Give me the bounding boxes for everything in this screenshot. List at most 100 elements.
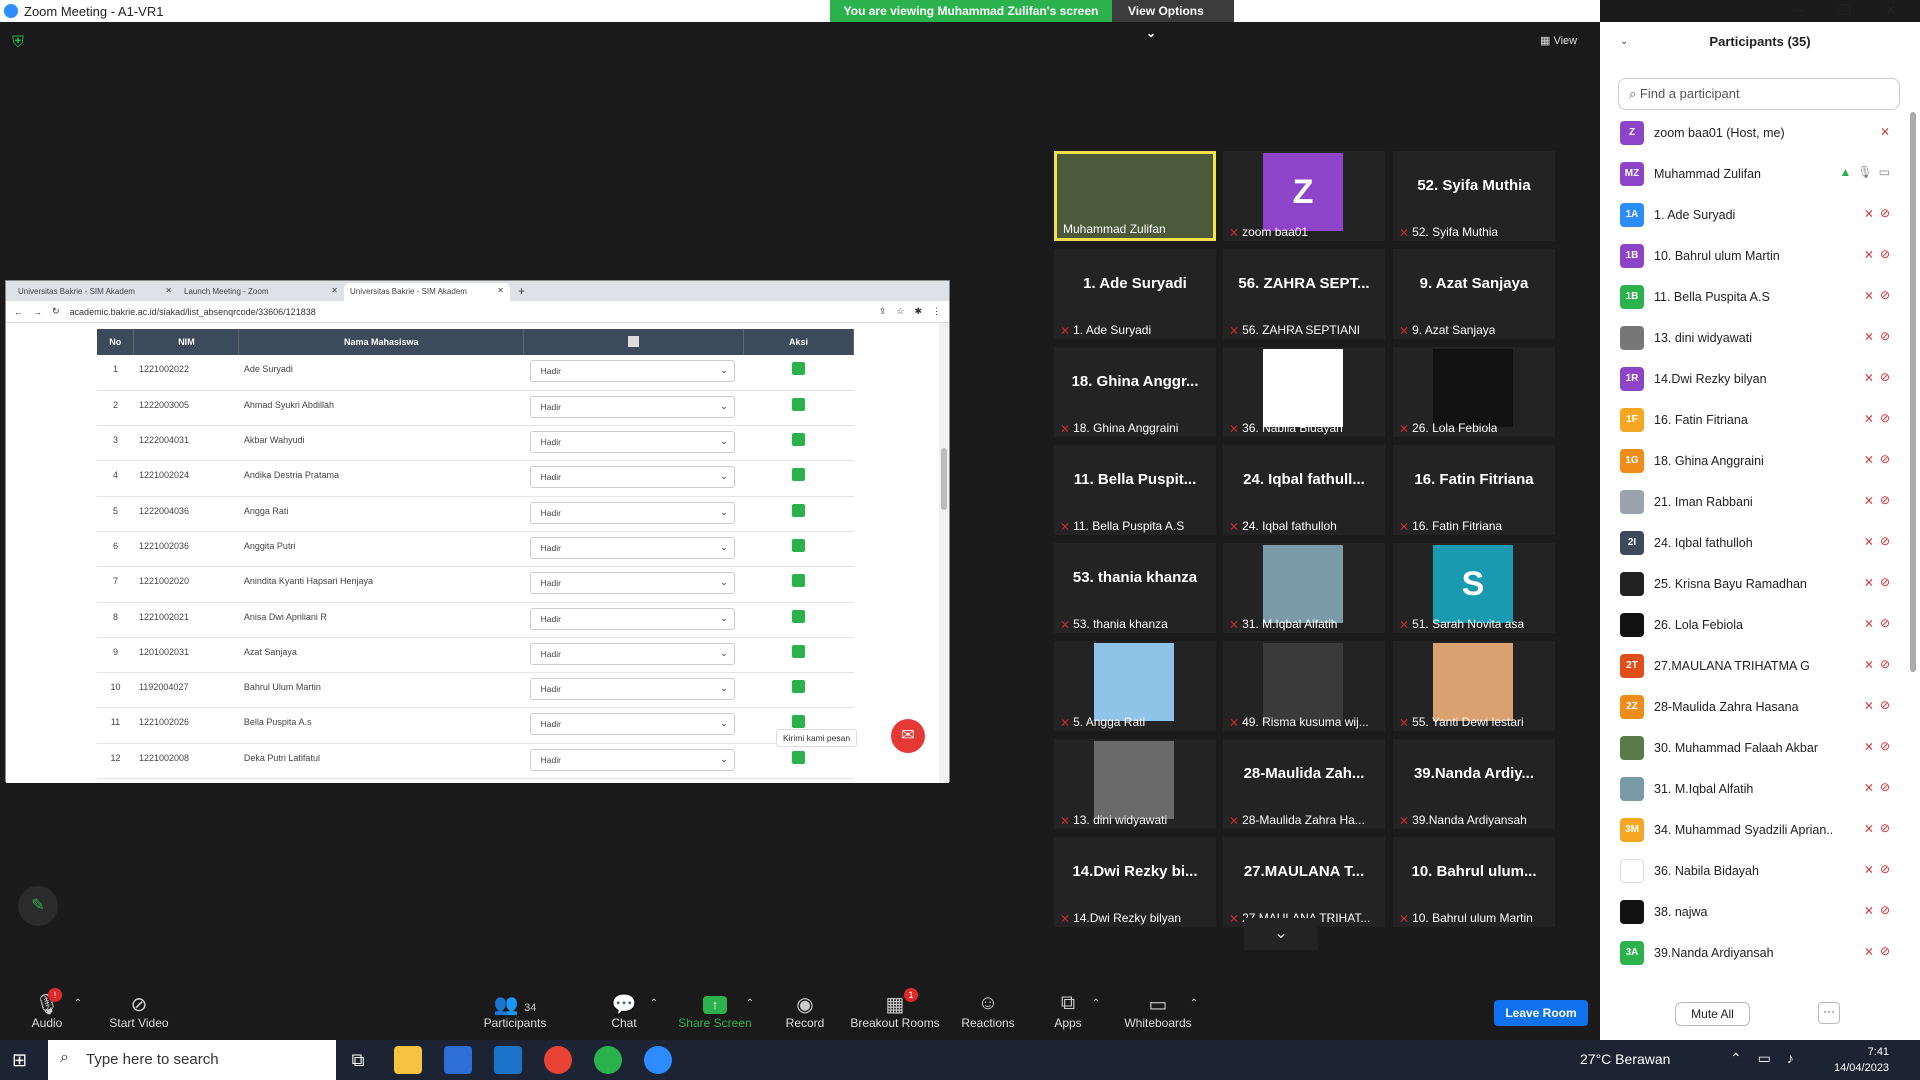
video-tile[interactable]: 56. ZAHRA SEPT... ⨯ 56. ZAHRA SEPTIANI (1223, 249, 1385, 339)
save-action-icon[interactable] (792, 680, 806, 694)
video-tile[interactable]: 39.Nanda Ardiy... ⨯ 39.Nanda Ardiyansah (1393, 739, 1555, 829)
apps-button[interactable]: ⧉ Apps (1048, 992, 1088, 1030)
system-tray-icons[interactable]: ⌃ ▭ ♪ (1730, 1050, 1800, 1067)
save-action-icon[interactable] (792, 503, 806, 517)
video-tile[interactable]: ⨯ 5. Angga Rati (1054, 641, 1216, 731)
video-tile[interactable]: 16. Fatin Fitriana ⨯ 16. Fatin Fitriana (1393, 445, 1555, 535)
muted-mic-icon[interactable]: ⨯ (1864, 739, 1880, 753)
video-off-icon[interactable]: ⊘ (1880, 370, 1896, 384)
participant-row[interactable]: 31. M.Iqbal Alfatih ⨯⊘ (1600, 768, 1900, 809)
extensions-icon[interactable]: ✱ (914, 306, 922, 317)
video-tile[interactable]: ⨯ 36. Nabila Bidayah (1223, 347, 1385, 437)
bookmark-star-icon[interactable]: ☆ (896, 306, 904, 317)
start-video-button[interactable]: ⊘ Start Video (104, 992, 174, 1030)
participant-row[interactable]: 1B 10. Bahrul ulum Martin ⨯⊘ (1600, 235, 1900, 276)
mute-all-button[interactable]: Mute All (1675, 1002, 1750, 1026)
save-action-icon[interactable] (792, 433, 806, 447)
more-options-button[interactable]: ··· (1818, 1002, 1840, 1024)
close-tab-icon[interactable]: ✕ (331, 286, 338, 295)
security-shield-icon[interactable]: ⛨ (12, 34, 28, 52)
muted-mic-icon[interactable]: ⨯ (1864, 575, 1880, 589)
video-tile[interactable]: S ⨯ 51. Sarah Novita asa (1393, 543, 1555, 633)
attendance-status-select[interactable]: Hadir ⌄ (529, 501, 735, 524)
chrome-profile-icon[interactable] (594, 1046, 622, 1074)
mail-icon[interactable] (494, 1046, 522, 1074)
breakout-rooms-button[interactable]: ▦ 1 Breakout Rooms (850, 988, 940, 1030)
view-button[interactable]: ▦ View (1540, 34, 1577, 47)
attendance-status-select[interactable]: Hadir ⌄ (529, 607, 735, 630)
participants-button[interactable]: 👥 34 Participants (478, 992, 552, 1030)
reactions-button[interactable]: ☺ Reactions (958, 992, 1018, 1030)
participant-row[interactable]: 1B 11. Bella Puspita A.S ⨯⊘ (1600, 276, 1900, 317)
taskbar-search-input[interactable]: ⌕ Type here to search (48, 1040, 336, 1080)
video-tile[interactable]: 52. Syifa Muthia ⨯ 52. Syifa Muthia (1393, 151, 1555, 241)
video-off-icon[interactable]: ⊘ (1880, 780, 1896, 794)
video-off-icon[interactable]: ⊘ (1880, 575, 1896, 589)
attendance-status-select[interactable]: Hadir ⌄ (529, 748, 735, 771)
gallery-next-page-button[interactable]: ⌄ (1244, 918, 1318, 950)
share-icon[interactable]: ⇪ (879, 306, 887, 317)
video-icon[interactable]: ▭ (1879, 165, 1896, 179)
video-off-icon[interactable]: ⊘ (1880, 247, 1896, 261)
video-off-icon[interactable]: ⊘ (1880, 288, 1896, 302)
address-bar[interactable]: academic.bakrie.ac.id/siakad/list_absenq… (70, 307, 869, 317)
muted-mic-icon[interactable]: ⨯ (1864, 616, 1880, 630)
participant-list-scrollbar[interactable] (1910, 112, 1916, 672)
video-tile[interactable]: 18. Ghina Anggr... ⨯ 18. Ghina Anggraini (1054, 347, 1216, 437)
muted-mic-icon[interactable]: ⨯ (1864, 329, 1880, 343)
video-off-icon[interactable]: ⊘ (1880, 206, 1896, 220)
attendance-status-select[interactable]: Hadir ⌄ (529, 431, 735, 454)
participant-row[interactable]: 1R 14.Dwi Rezky bilyan ⨯⊘ (1600, 358, 1900, 399)
chat-options-caret[interactable]: ⌃ (648, 998, 660, 1009)
video-tile[interactable]: 24. Iqbal fathull... ⨯ 24. Iqbal fathulloh (1223, 445, 1385, 535)
save-action-icon[interactable] (792, 644, 806, 658)
participant-row[interactable]: 13. dini widyawati ⨯⊘ (1600, 317, 1900, 358)
participant-row[interactable]: 36. Nabila Bidayah ⨯⊘ (1600, 850, 1900, 891)
muted-mic-icon[interactable]: ⨯ (1864, 493, 1880, 507)
video-off-icon[interactable]: ⊘ (1880, 329, 1896, 343)
video-off-icon[interactable]: ⊘ (1880, 411, 1896, 425)
select-all-checkbox[interactable] (628, 335, 640, 347)
back-icon[interactable]: ← (14, 307, 23, 317)
share-options-caret[interactable]: ⌃ (744, 998, 756, 1009)
chat-button[interactable]: 💬 Chat (604, 992, 644, 1030)
video-off-icon[interactable]: ⊘ (1880, 698, 1896, 712)
muted-mic-icon[interactable]: ⨯ (1864, 657, 1880, 671)
participant-row[interactable]: 1F 16. Fatin Fitriana ⨯⊘ (1600, 399, 1900, 440)
video-off-icon[interactable]: ⊘ (1880, 616, 1896, 630)
save-action-icon[interactable] (792, 468, 806, 482)
video-tile[interactable]: 10. Bahrul ulum... ⨯ 10. Bahrul ulum Marti… (1393, 837, 1555, 927)
participant-row[interactable]: 2Z 28-Maulida Zahra Hasana ⨯⊘ (1600, 686, 1900, 727)
video-tile[interactable]: 53. thania khanza ⨯ 53. thania khanza (1054, 543, 1216, 633)
video-tile[interactable]: ⨯ 26. Lola Febiola (1393, 347, 1555, 437)
muted-mic-icon[interactable]: ⨯ (1864, 206, 1880, 220)
video-tile[interactable]: 11. Bella Puspit... ⨯ 11. Bella Puspita A.… (1054, 445, 1216, 535)
participant-row[interactable]: 3A 39.Nanda Ardiyansah ⨯⊘ (1600, 932, 1900, 973)
save-action-icon[interactable] (792, 715, 806, 729)
muted-mic-icon[interactable]: ⨯ (1864, 862, 1880, 876)
record-button[interactable]: ◉ Record (780, 992, 830, 1030)
page-scrollbar-thumb[interactable] (941, 448, 947, 510)
video-off-icon[interactable]: ⊘ (1880, 493, 1896, 507)
video-tile[interactable]: 28-Maulida Zah... ⨯ 28-Maulida Zahra Ha... (1223, 739, 1385, 829)
video-tile[interactable]: Z ⨯ zoom baa01 (1223, 151, 1385, 241)
new-tab-button[interactable]: + (510, 281, 533, 301)
apps-options-caret[interactable]: ⌃ (1090, 998, 1102, 1009)
video-off-icon[interactable]: ⊘ (1880, 862, 1896, 876)
participant-row[interactable]: 1A 1. Ade Suryadi ⨯⊘ (1600, 194, 1900, 235)
attendance-status-select[interactable]: Hadir ⌄ (529, 536, 735, 559)
save-action-icon[interactable] (792, 609, 806, 623)
video-tile[interactable]: ⨯ 55. Yanti Dewi lestari (1393, 641, 1555, 731)
video-tile[interactable]: Muhammad Zulifan (1054, 151, 1216, 241)
muted-mic-icon[interactable]: ⨯ (1864, 780, 1880, 794)
video-off-icon[interactable]: ⊘ (1880, 657, 1896, 671)
video-off-icon[interactable]: ⊘ (1880, 534, 1896, 548)
save-action-icon[interactable] (792, 397, 806, 411)
maximize-button[interactable]: ❐ (1822, 0, 1868, 22)
close-tab-icon[interactable]: ✕ (497, 286, 504, 295)
participant-search-input[interactable]: ⌕ Find a participant (1618, 78, 1900, 110)
video-off-icon[interactable]: ⊘ (1880, 944, 1896, 958)
participant-row[interactable]: 2I 24. Iqbal fathulloh ⨯⊘ (1600, 522, 1900, 563)
attendance-status-select[interactable]: Hadir ⌄ (529, 713, 735, 736)
muted-mic-icon[interactable]: ⨯ (1864, 288, 1880, 302)
